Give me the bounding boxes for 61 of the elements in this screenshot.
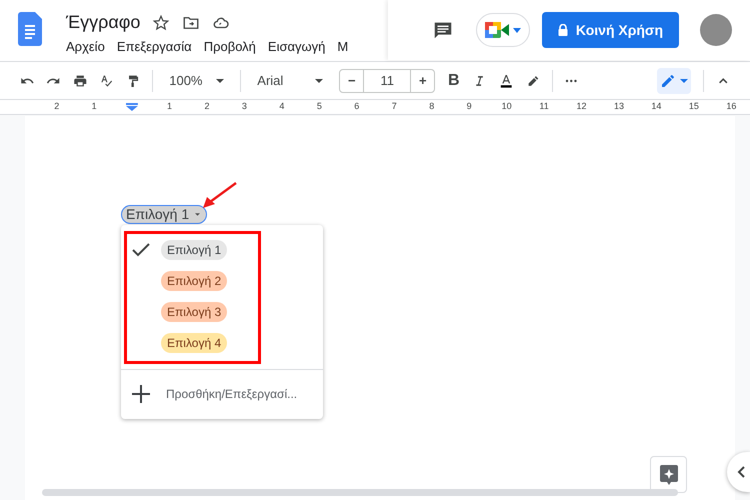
ruler-number: 3 <box>240 100 248 114</box>
option-item[interactable]: Επιλογή 4 <box>128 328 256 358</box>
font-size-field[interactable]: 11 <box>363 70 412 92</box>
ruler-number: 16 <box>725 100 738 114</box>
option-chip: Επιλογή 1 <box>161 240 228 260</box>
ruler-number: 10 <box>500 100 513 114</box>
menu-item[interactable]: Επεξεργασία <box>116 37 192 56</box>
document-logo-icon[interactable] <box>18 12 42 46</box>
decrease-font-size-button[interactable]: − <box>340 70 364 92</box>
bold-icon[interactable]: B <box>447 68 460 92</box>
ruler-number: 6 <box>353 100 360 114</box>
caret-icon <box>680 78 688 82</box>
lock-icon <box>558 24 568 36</box>
option-chip: Επιλογή 4 <box>161 333 228 353</box>
option-item[interactable]: Επιλογή 3 <box>128 297 256 327</box>
option-chip: Επιλογή 3 <box>161 302 228 322</box>
annotation-arrow <box>202 182 237 209</box>
ruler-number: 12 <box>576 100 588 114</box>
ruler-number: 11 <box>538 100 550 114</box>
scrollbar[interactable] <box>42 489 678 496</box>
sparkle-icon <box>660 464 678 484</box>
plus-icon[interactable] <box>132 385 150 403</box>
ruler-number: 4 <box>278 100 286 114</box>
caret-icon <box>513 28 521 32</box>
ruler-number: 8 <box>428 100 436 114</box>
ruler-number: 7 <box>390 100 398 114</box>
explore-button[interactable] <box>650 456 687 493</box>
menu-item[interactable]: Εισαγωγή <box>268 37 326 56</box>
add-option-link[interactable]: Προσθήκη/Επεξεργασί... <box>166 385 298 403</box>
increase-font-size-button[interactable]: + <box>411 70 434 92</box>
caret-icon <box>315 78 324 82</box>
dropdown-chip[interactable]: Επιλογή 1 <box>121 205 208 224</box>
star-icon[interactable] <box>152 14 170 32</box>
ruler-number: 2 <box>53 100 60 114</box>
chevron-left-icon <box>737 466 745 478</box>
ruler-number: 14 <box>650 100 662 114</box>
menu-item[interactable]: Προβολή <box>204 37 256 56</box>
ruler-number: 9 <box>466 100 473 114</box>
caret-icon <box>195 213 200 216</box>
menu-item[interactable]: Μ <box>337 37 348 56</box>
indent-marker-icon[interactable] <box>126 103 138 111</box>
option-item[interactable]: Επιλογή 2 <box>128 266 256 296</box>
ruler-number: 5 <box>316 100 323 114</box>
ruler-number: 1 <box>90 100 98 114</box>
pencil-icon <box>660 72 676 88</box>
document-title[interactable]: Έγγραφο <box>66 9 140 36</box>
avatar[interactable] <box>700 14 732 46</box>
font-dropdown[interactable]: Arial <box>253 70 328 90</box>
option-chip: Επιλογή 2 <box>161 271 228 291</box>
share-button[interactable]: Κοινή Χρήση <box>542 12 679 48</box>
caret-icon <box>216 78 224 82</box>
ruler-number: 2 <box>203 100 210 114</box>
ruler-number: 13 <box>612 100 625 114</box>
menu-item[interactable]: Αρχείο <box>66 37 105 56</box>
editing-mode-button[interactable] <box>656 68 691 94</box>
zoom-dropdown[interactable]: 100% <box>165 70 228 90</box>
ruler-number: 1 <box>166 100 174 114</box>
ruler-number: 15 <box>688 100 700 114</box>
meet-button[interactable] <box>476 13 530 47</box>
video-camera-icon <box>485 21 509 39</box>
option-item[interactable]: Επιλογή 1 <box>128 235 256 265</box>
